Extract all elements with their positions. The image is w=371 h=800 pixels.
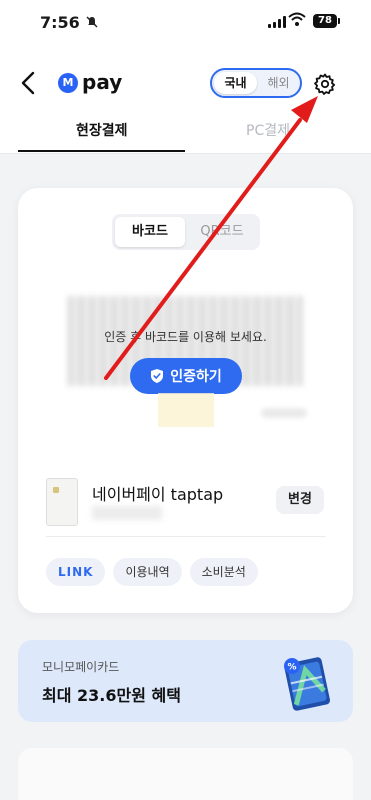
shield-check-icon	[151, 369, 164, 383]
brand-logo: M	[58, 73, 78, 93]
authenticate-button[interactable]: 인증하기	[130, 358, 242, 394]
spending-analysis-chip[interactable]: 소비분석	[189, 558, 258, 586]
brand-name: pay	[82, 70, 123, 94]
promo-title: 최대 23.6만원 혜택	[42, 686, 181, 705]
card-divider	[46, 536, 326, 537]
svg-text:%: %	[287, 663, 296, 673]
battery-indicator: 78	[313, 14, 340, 28]
active-tab-indicator	[18, 150, 185, 152]
promo-subtitle: 모니모페이카드	[42, 660, 120, 674]
tabs-divider	[0, 153, 371, 154]
payment-tabs: 현장결제 PC결제	[0, 110, 371, 154]
status-bar: 7:56 78	[0, 0, 371, 44]
bottom-section	[18, 748, 353, 800]
region-toggle[interactable]: 국내 해외	[210, 68, 302, 98]
wifi-icon	[288, 12, 306, 26]
change-payment-button[interactable]: 변경	[276, 486, 324, 514]
barcode-option[interactable]: 바코드	[115, 217, 185, 247]
blurred-card-number	[92, 506, 162, 520]
auth-message: 인증 후 바코드를 이용해 보세요.	[104, 330, 267, 344]
code-type-toggle[interactable]: 바코드 QR코드	[112, 214, 260, 250]
usage-history-chip[interactable]: 이용내역	[113, 558, 182, 586]
signal-icon	[268, 16, 286, 28]
qrcode-option[interactable]: QR코드	[187, 217, 257, 247]
payment-method-name: 네이버페이 taptap	[92, 485, 224, 504]
watermark-logo	[158, 393, 214, 427]
chevron-left-icon[interactable]	[18, 70, 40, 96]
authenticate-button-label: 인증하기	[170, 369, 222, 385]
tab-pc-payment[interactable]: PC결제	[246, 120, 290, 140]
action-chips: LINK 이용내역 소비분석	[46, 558, 258, 586]
card-thumbnail	[46, 478, 78, 526]
mute-bell-icon	[86, 16, 98, 31]
tab-onsite-payment[interactable]: 현장결제	[76, 120, 128, 140]
region-overseas-option[interactable]: 해외	[257, 72, 300, 94]
gear-icon[interactable]	[313, 72, 337, 96]
link-chip[interactable]: LINK	[46, 558, 106, 586]
monimo-card-icon: %	[284, 657, 331, 711]
blurred-timer	[261, 408, 307, 418]
payment-card: 바코드 QR코드 인증 후 바코드를 이용해 보세요. 인증하기 네이버페이 t…	[18, 188, 353, 613]
status-time: 7:56	[40, 13, 80, 32]
promo-banner[interactable]: 모니모페이카드 최대 23.6만원 혜택 %	[18, 640, 353, 722]
region-domestic-option[interactable]: 국내	[214, 72, 257, 94]
